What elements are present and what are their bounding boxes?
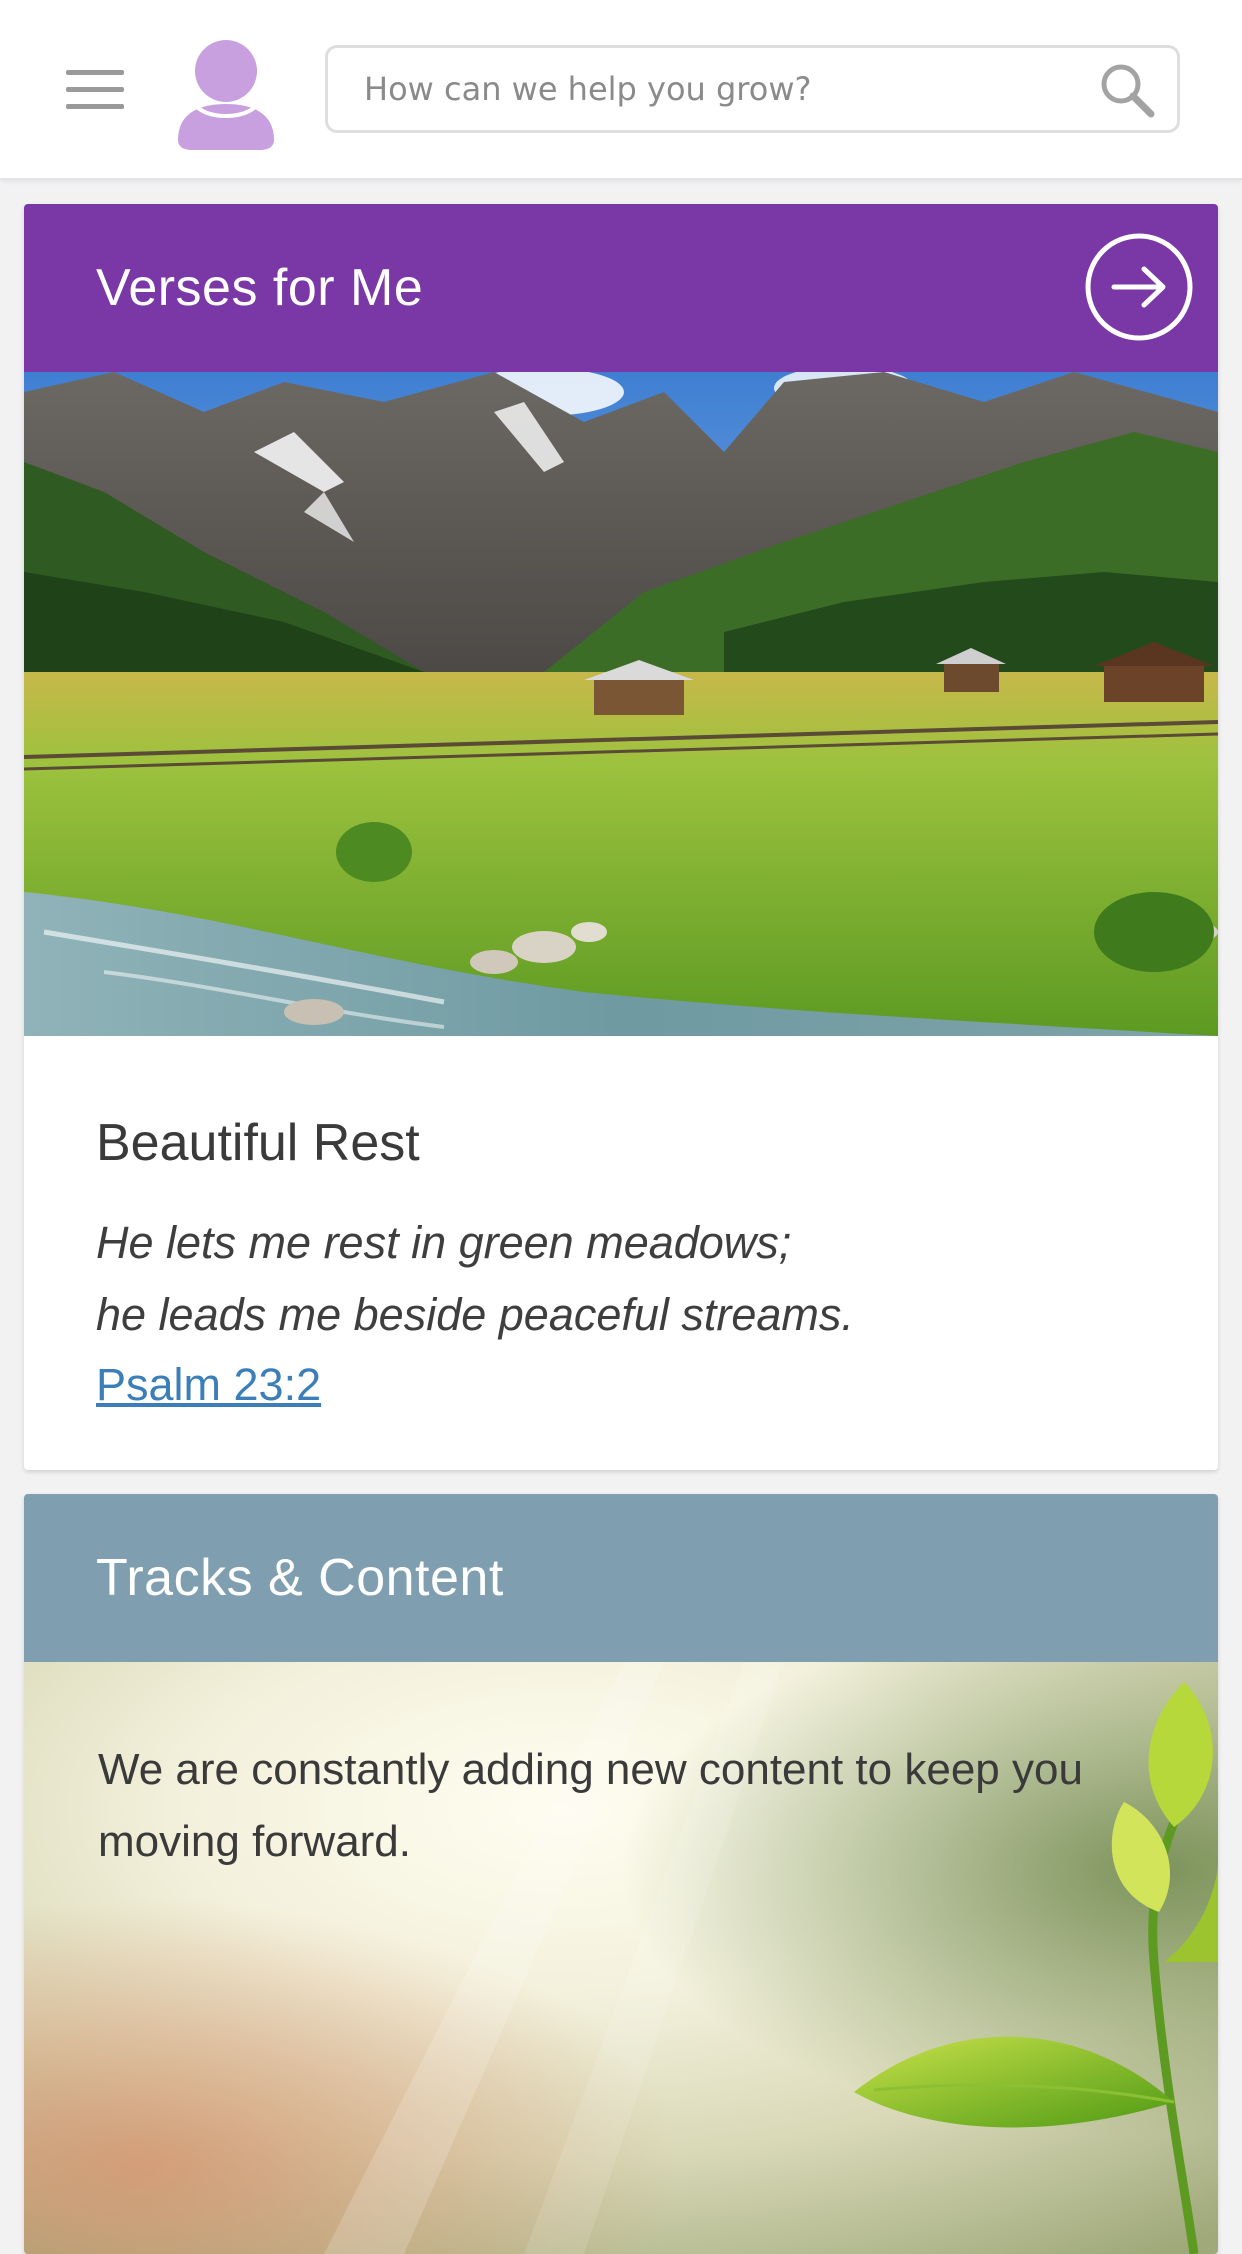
verse-content: Beautiful Rest He lets me rest in green … [24,1036,1218,1470]
verse-text-line: He lets me rest in green meadows; [96,1217,792,1268]
search-icon[interactable] [1099,62,1155,118]
verse-text-line: he leads me beside peaceful streams. [96,1289,854,1340]
tracks-card-header[interactable]: Tracks & Content [24,1494,1218,1662]
verse-title: Beautiful Rest [96,1114,420,1172]
verses-for-me-card: Verses for Me Beautiful Rest He lets me … [24,204,1218,1470]
tracks-content-card: Tracks & Content We are constantly addin… [24,1494,1218,2254]
tracks-card-title: Tracks & Content [96,1549,504,1607]
leaf-sprout-image: We are constantly adding new content to … [24,1662,1218,2254]
tracks-description: We are constantly adding new content to … [98,1745,1083,1866]
user-avatar-icon[interactable] [176,38,276,150]
search-input[interactable] [328,48,1088,130]
search-bar [325,45,1180,133]
verses-card-header[interactable]: Verses for Me [24,204,1218,372]
mountain-meadow-image [24,372,1218,1036]
arrow-right-circle-icon[interactable] [1084,232,1194,342]
app-header [0,0,1242,180]
hamburger-menu-icon[interactable] [66,66,124,114]
verse-reference-link[interactable]: Psalm 23:2 [96,1356,321,1414]
verses-card-title: Verses for Me [96,259,424,317]
